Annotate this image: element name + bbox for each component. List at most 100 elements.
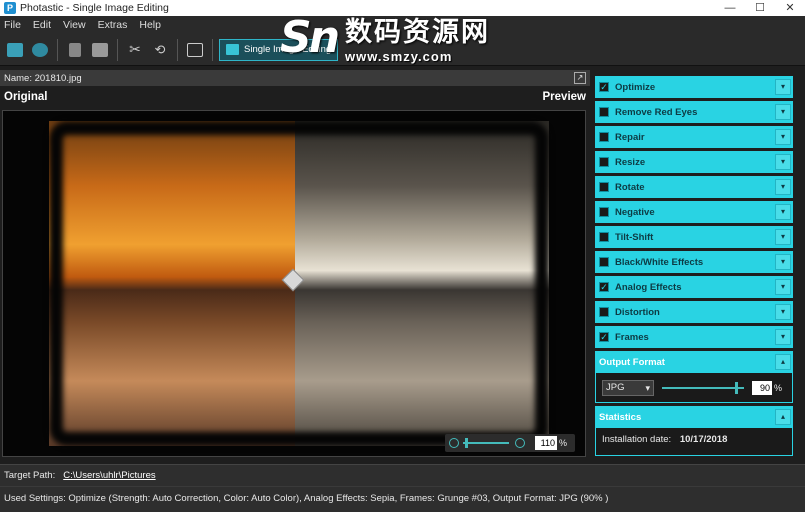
chevron-down-icon[interactable]: ▾ [775,154,791,170]
menu-view[interactable]: View [63,19,86,31]
panel-remove-red-eyes[interactable]: Remove Red Eyes ▾ [595,101,793,123]
image-canvas[interactable]: 110 % [2,110,586,457]
crop-icon: ⟲ [154,41,166,57]
zoom-value[interactable]: 110 [535,436,557,450]
zoom-slider[interactable] [463,438,509,448]
target-path-row: Target Path: C:\Users\uhlr\Pictures [0,465,805,487]
toolbar-divider [57,38,58,61]
output-format-header[interactable]: Output Format ▴ [595,351,793,373]
panel-rotate[interactable]: Rotate ▾ [595,176,793,198]
window-title: Photastic - Single Image Editing [20,2,169,14]
remove-red-eyes-checkbox[interactable] [599,107,609,117]
tilt-shift-checkbox[interactable] [599,232,609,242]
panel-label: Resize [615,156,646,168]
chevron-down-icon[interactable]: ▾ [775,104,791,120]
installation-date-value: 10/17/2018 [679,434,728,445]
quality-unit: % [774,382,783,393]
print-icon [92,42,108,57]
menu-help[interactable]: Help [139,19,161,31]
watermark-text: 数码资源网 www.smzy.com [345,10,490,64]
save-button[interactable] [64,39,86,61]
expand-icon[interactable]: ↗ [574,72,586,84]
panel-resize[interactable]: Resize ▾ [595,151,793,173]
format-select[interactable]: JPG [602,379,654,396]
menu-extras[interactable]: Extras [98,19,128,31]
chevron-down-icon[interactable]: ▾ [775,179,791,195]
statistics-body: Installation date: 10/17/2018 [595,428,793,456]
chevron-down-icon[interactable]: ▾ [775,304,791,320]
chevron-down-icon[interactable]: ▾ [775,204,791,220]
window-controls: — ☐ ✕ [715,0,805,16]
chevron-down-icon[interactable]: ▾ [775,79,791,95]
preview-label: Preview [542,91,586,103]
compare-splitter-handle[interactable] [281,266,305,294]
panel-frames[interactable]: ✓ Frames ▾ [595,326,793,348]
original-label: Original [4,91,48,103]
photastic-app-icon: P [4,2,16,14]
toolbar-divider [212,38,213,61]
quality-slider-thumb[interactable] [735,381,738,394]
zoom-unit: % [559,438,568,448]
installation-date-label: Installation date: [602,434,672,445]
panel-negative[interactable]: Negative ▾ [595,201,793,223]
panel-black-white-effects[interactable]: Black/White Effects ▾ [595,251,793,273]
analog-effects-checkbox[interactable]: ✓ [599,282,609,292]
chevron-down-icon[interactable]: ▾ [775,329,791,345]
resize-checkbox[interactable] [599,157,609,167]
panel-tilt-shift[interactable]: Tilt-Shift ▾ [595,226,793,248]
watermark-url: www.smzy.com [345,49,453,64]
panel-label: Distortion [615,306,660,318]
rotate-checkbox[interactable] [599,182,609,192]
crop-button[interactable]: ⟲ [149,39,171,61]
open-image-icon [7,42,23,57]
chevron-down-icon[interactable]: ▾ [775,229,791,245]
fullscreen-icon [187,42,203,57]
panel-label: Tilt-Shift [615,231,654,243]
frames-checkbox[interactable]: ✓ [599,332,609,342]
chevron-down-icon[interactable]: ▾ [775,279,791,295]
fullscreen-button[interactable] [184,39,206,61]
black-white-checkbox[interactable] [599,257,609,267]
statistics-header[interactable]: Statistics ▴ [595,406,793,428]
panel-analog-effects[interactable]: ✓ Analog Effects ▾ [595,276,793,298]
quality-slider[interactable] [662,381,744,394]
quality-input[interactable]: 90 [752,380,772,395]
cut-icon: ✂ [129,41,141,57]
used-settings-row: Used Settings: Optimize (Strength: Auto … [0,487,805,509]
chevron-up-icon[interactable]: ▴ [775,354,791,370]
save-icon [69,42,81,57]
panel-repair[interactable]: Repair ▾ [595,126,793,148]
used-settings-text: Used Settings: Optimize (Strength: Auto … [4,492,609,504]
diamond-handle-icon [281,268,305,292]
zoom-bar: 110 % [445,434,575,452]
close-button[interactable]: ✕ [775,0,805,16]
watermark-cn: 数码资源网 [345,17,491,47]
optimize-checkbox[interactable]: ✓ [599,82,609,92]
batch-button[interactable] [29,39,51,61]
panel-label: Black/White Effects [615,256,704,268]
chevron-down-icon[interactable]: ▾ [775,254,791,270]
menu-file[interactable]: File [4,19,21,31]
minimize-button[interactable]: — [715,0,745,16]
zoom-out-icon[interactable] [449,438,459,448]
target-path-label: Target Path: [4,470,56,481]
panel-optimize[interactable]: ✓ Optimize ▾ [595,76,793,98]
maximize-button[interactable]: ☐ [745,0,775,16]
file-name-bar: Name: 201810.jpg ↗ [0,70,590,86]
functions-pane: ✓ Optimize ▾ Remove Red Eyes ▾ Repair ▾ … [595,76,793,460]
negative-checkbox[interactable] [599,207,609,217]
menu-edit[interactable]: Edit [33,19,51,31]
chevron-up-icon[interactable]: ▴ [775,409,791,425]
target-path-link[interactable]: C:\Users\uhlr\Pictures [63,470,155,481]
panel-label: Frames [615,331,649,343]
batch-icon [32,42,48,57]
chevron-down-icon[interactable]: ▾ [775,129,791,145]
print-button[interactable] [89,39,111,61]
zoom-in-icon[interactable] [515,438,525,448]
panel-distortion[interactable]: Distortion ▾ [595,301,793,323]
zoom-slider-thumb[interactable] [465,438,468,448]
cut-button[interactable]: ✂ [124,39,146,61]
open-image-button[interactable] [4,39,26,61]
distortion-checkbox[interactable] [599,307,609,317]
repair-checkbox[interactable] [599,132,609,142]
